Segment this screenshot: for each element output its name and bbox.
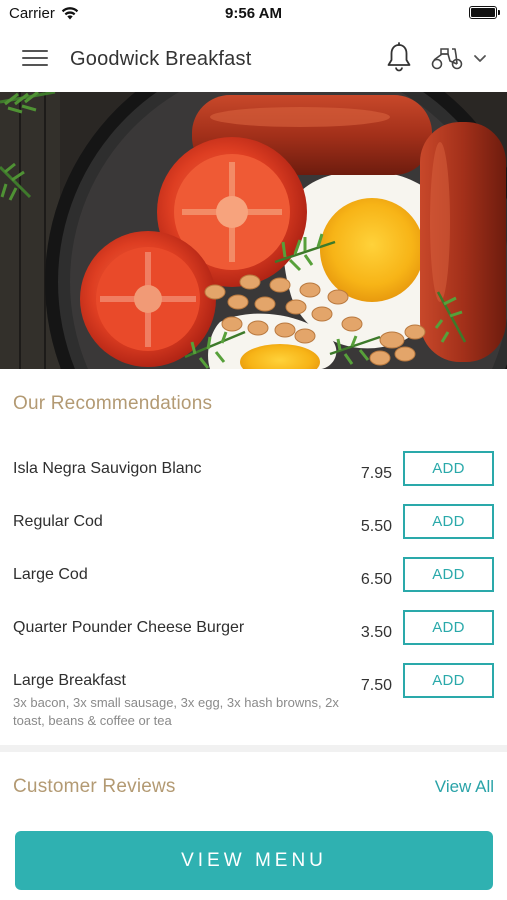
menu-icon[interactable]: [22, 48, 48, 68]
add-button[interactable]: ADD: [403, 610, 494, 645]
item-name: Regular Cod: [13, 513, 103, 530]
view-menu-button[interactable]: VIEW MENU: [15, 831, 493, 890]
add-button[interactable]: ADD: [403, 557, 494, 592]
view-all-link[interactable]: View All: [435, 777, 494, 797]
breakfast-photo: [0, 92, 507, 369]
add-button[interactable]: ADD: [403, 504, 494, 539]
add-button[interactable]: ADD: [403, 451, 494, 486]
status-time: 9:56 AM: [225, 5, 282, 22]
item-name: Quarter Pounder Cheese Burger: [13, 619, 245, 636]
item-price: 3.50: [360, 624, 392, 641]
add-button[interactable]: ADD: [403, 663, 494, 698]
item-description: 3x bacon, 3x small sausage, 3x egg, 3x h…: [13, 695, 339, 728]
item-name: Large Cod: [13, 566, 88, 583]
bell-icon[interactable]: [385, 42, 413, 74]
reviews-title: Customer Reviews: [13, 776, 176, 797]
recommendations-title: Our Recommendations: [13, 393, 213, 414]
app-header: Goodwick Breakfast: [0, 26, 507, 92]
list-item: Large Breakfast 3x bacon, 3x small sausa…: [0, 663, 507, 732]
section-divider: [0, 745, 507, 752]
scooter-icon[interactable]: [430, 45, 464, 71]
item-price: 7.95: [360, 465, 392, 482]
battery-icon: [469, 6, 500, 19]
item-name: Large Breakfast: [13, 672, 126, 689]
item-price: 6.50: [360, 571, 392, 588]
hero-image: [0, 92, 507, 369]
item-price: 5.50: [360, 518, 392, 535]
page-title: Goodwick Breakfast: [70, 48, 252, 70]
item-price: 7.50: [360, 677, 392, 694]
status-bar: Carrier 9:56 AM: [0, 0, 507, 26]
item-name: Isla Negra Sauvigon Blanc: [13, 460, 202, 477]
chevron-down-icon[interactable]: [472, 53, 488, 65]
